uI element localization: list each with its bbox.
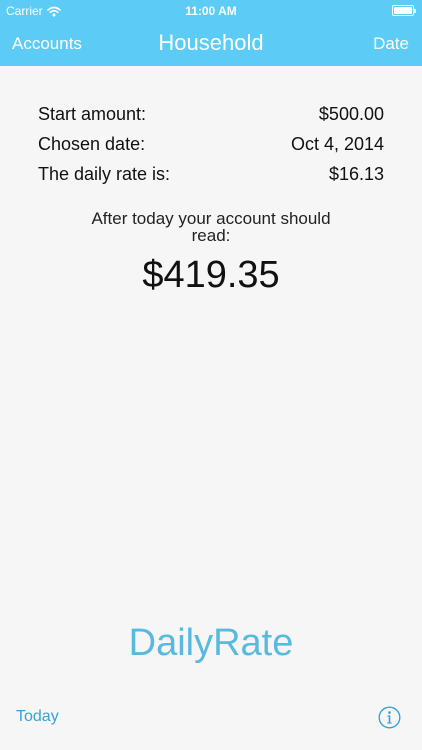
chosen-date-value: Oct 4, 2014 bbox=[290, 134, 384, 154]
expected-balance: $419.35 bbox=[142, 254, 280, 296]
info-icon[interactable] bbox=[378, 706, 401, 729]
date-button[interactable]: Date bbox=[373, 34, 409, 54]
daily-rate-label: The daily rate is: bbox=[38, 164, 171, 184]
chosen-date-row: Chosen date: Oct 4, 2014 bbox=[38, 134, 384, 160]
daily-rate-row: The daily rate is: $16.13 bbox=[38, 164, 384, 190]
status-time: 11:00 AM bbox=[185, 4, 237, 18]
app-brand: DailyRate bbox=[128, 622, 294, 664]
main-content: Start amount: $500.00 Chosen date: Oct 4… bbox=[0, 66, 422, 750]
status-bar: Carrier 11:00 AM bbox=[0, 0, 422, 22]
nav-bar: Accounts Household Date bbox=[0, 22, 422, 66]
start-amount-row: Start amount: $500.00 bbox=[38, 104, 384, 130]
header: Carrier 11:00 AM Accounts Household Date bbox=[0, 0, 422, 66]
today-button[interactable]: Today bbox=[16, 708, 59, 726]
start-amount-value: $500.00 bbox=[318, 104, 384, 124]
battery-icon bbox=[392, 5, 416, 16]
chosen-date-label: Chosen date: bbox=[38, 134, 146, 154]
balance-message: After today your account should read: bbox=[91, 209, 331, 245]
page-title: Household bbox=[158, 30, 264, 55]
start-amount-label: Start amount: bbox=[38, 104, 147, 124]
daily-rate-value: $16.13 bbox=[328, 164, 384, 184]
